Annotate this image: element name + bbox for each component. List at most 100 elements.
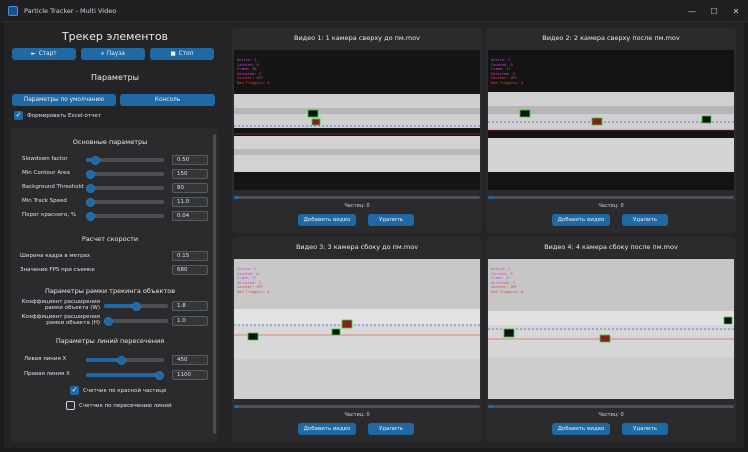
background-threshold-input[interactable]: 80 (172, 183, 208, 193)
slider-knob[interactable] (116, 355, 126, 365)
param-label: Background Threshold (22, 184, 84, 190)
basic-params-title: Основные параметры (72, 138, 148, 146)
video-frame: Active: 2 Counted: 0 Frame: 27 Selected:… (234, 259, 480, 399)
defaults-button[interactable]: Параметры по умолчанию (12, 94, 116, 106)
slider-knob[interactable] (86, 183, 95, 193)
window-title: Particle Tracker - Multi Video (24, 6, 117, 15)
remove-video-button[interactable]: Удалить (368, 423, 414, 435)
left-line-slider[interactable] (86, 355, 164, 365)
video-progress[interactable] (488, 196, 734, 199)
red-counter-checkbox[interactable]: ✓ (70, 386, 79, 395)
video-progress-fill (488, 196, 493, 199)
frame-w-slider[interactable] (104, 301, 168, 311)
slider-knob[interactable] (104, 316, 113, 326)
slowdown-slider[interactable] (86, 155, 164, 165)
video-overlay: Active: 2 Counted: 0 Frame: 27 Selected:… (237, 267, 269, 295)
scrollbar[interactable] (213, 134, 216, 434)
overlay-line: Red Triggers: 0 (491, 289, 524, 294)
remove-video-button[interactable]: Удалить (368, 214, 414, 226)
param-label: Min Track Speed (22, 198, 67, 204)
slider-knob[interactable] (86, 169, 95, 179)
add-video-button[interactable]: Добавить видео (552, 423, 610, 435)
add-video-button[interactable]: Добавить видео (298, 423, 356, 435)
video-cell-3: Видео 3: 3 камера сбоку до пм.mov Active… (232, 237, 482, 442)
remove-video-button[interactable]: Удалить (622, 214, 668, 226)
video-image (234, 50, 480, 190)
video-progress-fill (234, 405, 239, 408)
video-overlay: Active: 2 Counted: 0 Frame: 38 Selected:… (237, 58, 269, 86)
video-title: Видео 1: 1 камера сверху до пм.mov (293, 34, 420, 42)
slowdown-input[interactable]: 0.50 (172, 155, 208, 165)
cross-counter-checkbox[interactable] (66, 401, 75, 410)
video-progress[interactable] (234, 405, 480, 408)
slider-knob[interactable] (86, 211, 95, 221)
panel-title: Трекер элементов (61, 30, 169, 43)
main-window: Трекер элементов ► Старт ⏸ Пауза ■ Стоп Пар… (4, 22, 744, 448)
slider-fill (86, 358, 122, 362)
lines-title: Параметры линий пересечения (55, 337, 165, 345)
right-line-input[interactable]: 1100 (172, 370, 208, 380)
close-button[interactable]: ✕ (724, 0, 748, 22)
stop-label: Стоп (178, 51, 194, 57)
min-track-speed-slider[interactable] (86, 197, 164, 207)
param-label: Slowdown factor (22, 156, 68, 162)
particle-count: Частиц: 0 (344, 412, 370, 418)
video-overlay: Active: 2 Counted: 0 Frame: 27 Selected:… (491, 267, 523, 295)
overlay-line: Red Triggers: 0 (237, 289, 270, 294)
particle-count: Частиц: 0 (598, 412, 624, 418)
right-line-slider[interactable] (86, 370, 164, 380)
start-button[interactable]: ► Старт (12, 48, 76, 60)
play-icon: ► (31, 51, 36, 57)
excel-report-checkbox[interactable]: ✓ (14, 111, 23, 120)
slider-knob[interactable] (155, 370, 164, 380)
frame-width-input[interactable]: 0.15 (172, 251, 208, 261)
app-icon (8, 5, 18, 16)
video-progress[interactable] (488, 405, 734, 408)
remove-video-button[interactable]: Удалить (622, 423, 668, 435)
slider-knob[interactable] (86, 197, 95, 207)
stop-icon: ■ (170, 51, 176, 57)
slider-knob[interactable] (90, 155, 100, 165)
min-contour-input[interactable]: 150 (172, 169, 208, 179)
video-title: Видео 2: 2 камера сверху после пм.mov (542, 34, 680, 42)
console-button[interactable]: Консоль (120, 94, 215, 106)
params-title: Параметры (91, 73, 139, 82)
video-progress[interactable] (234, 196, 480, 199)
slider-knob[interactable] (131, 301, 141, 311)
overlay-line: Red Triggers: 0 (491, 80, 524, 85)
red-threshold-slider[interactable] (86, 211, 164, 221)
background-threshold-slider[interactable] (86, 183, 164, 193)
control-panel: Трекер элементов ► Старт ⏸ Пауза ■ Стоп Пар… (4, 22, 226, 448)
pause-button[interactable]: ⏸ Пауза (81, 48, 145, 60)
add-video-button[interactable]: Добавить видео (552, 214, 610, 226)
red-threshold-input[interactable]: 0.04 (172, 211, 208, 221)
cross-counter-label: Счетчик по пересечению линий (79, 403, 172, 409)
min-track-speed-input[interactable]: 11.0 (172, 197, 208, 207)
frame-h-input[interactable]: 1.0 (172, 316, 208, 326)
stop-button[interactable]: ■ Стоп (150, 48, 214, 60)
left-line-input[interactable]: 450 (172, 355, 208, 365)
red-counter-label: Счетчик по красной частице (83, 388, 167, 394)
parameters-scroll-panel[interactable]: Основные параметры Slowdown factor 0.50 … (10, 128, 218, 442)
maximize-button[interactable]: ☐ (702, 0, 726, 22)
pause-icon: ⏸ (101, 50, 104, 57)
fps-input[interactable]: 680 (172, 265, 208, 275)
frame-w-input[interactable]: 1.8 (172, 301, 208, 311)
fps-label: Значение FPS при съемке (20, 267, 95, 273)
pause-label: Пауза (106, 51, 125, 57)
title-bar: Particle Tracker - Multi Video — ☐ ✕ (0, 0, 748, 22)
minimize-button[interactable]: — (680, 0, 704, 22)
min-contour-slider[interactable] (86, 169, 164, 179)
video-progress-fill (488, 405, 493, 408)
frame-width-label: Ширина кадра в метрах (20, 253, 91, 259)
overlay-line: Red Triggers: 0 (237, 80, 270, 85)
video-frame: Active: 2 Counted: 0 Frame: 38 Selected:… (234, 50, 480, 190)
video-image (234, 259, 480, 399)
video-image (488, 50, 734, 190)
particle-count: Частиц: 0 (344, 203, 370, 209)
frame-h-slider[interactable] (104, 316, 168, 326)
speed-title: Расчет скорости (81, 235, 139, 243)
video-frame: Active: 2 Counted: 0 Frame: 27 Selected:… (488, 259, 734, 399)
left-line-label: Левая линия X (24, 356, 67, 362)
add-video-button[interactable]: Добавить видео (298, 214, 356, 226)
